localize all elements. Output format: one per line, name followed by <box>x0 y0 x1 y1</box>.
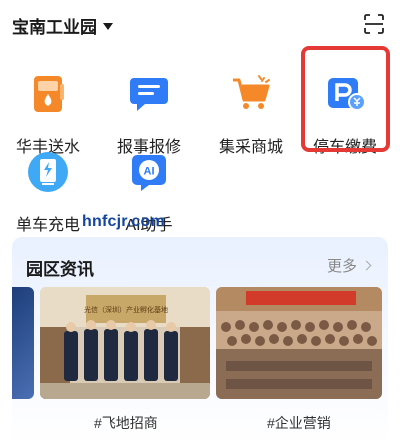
news-tag[interactable]: #企业营销 <box>267 413 331 433</box>
section-title: 园区资讯 <box>26 260 94 279</box>
service-water-delivery[interactable]: 华丰送水 <box>2 72 94 157</box>
service-bike-charging[interactable]: 单车充电 <box>2 150 94 235</box>
sign-text: 光信（深圳）产业孵化基地 <box>84 305 168 314</box>
scan-icon[interactable] <box>364 14 384 34</box>
ai-assistant-icon: AI <box>132 155 166 191</box>
news-photo-group-meeting[interactable] <box>216 287 382 399</box>
report-repair-icon <box>130 78 168 111</box>
service-label: 集采商城 <box>218 139 283 156</box>
highlight-box <box>301 46 390 152</box>
park-news-card: 园区资讯 更多 光信（深圳）产业孵化基地 #飞地招商 #企业营销 <box>12 237 388 440</box>
watermark-text: hnfcjr.com <box>82 213 165 230</box>
water-delivery-icon <box>34 76 64 112</box>
bike-charging-icon <box>28 152 68 192</box>
news-tag[interactable]: #飞地招商 <box>94 413 158 433</box>
svg-text:AI: AI <box>144 166 155 178</box>
chevron-right-icon <box>361 260 372 271</box>
more-link[interactable]: 更多 <box>326 255 372 276</box>
dropdown-caret-icon <box>103 22 113 30</box>
service-procurement-mall[interactable]: 集采商城 <box>205 72 297 157</box>
news-photo-ceremony[interactable]: 光信（深圳）产业孵化基地 <box>40 287 210 399</box>
location-name: 宝南工业园 <box>12 17 97 37</box>
location-selector[interactable]: 宝南工业园 <box>12 13 113 38</box>
top-bar: 宝南工业园 <box>0 0 400 50</box>
news-photo-partial[interactable] <box>12 287 34 399</box>
more-label: 更多 <box>326 258 357 275</box>
service-report-repair[interactable]: 报事报修 <box>103 72 195 157</box>
service-label: 单车充电 <box>15 217 80 234</box>
shopping-cart-icon <box>233 75 270 109</box>
